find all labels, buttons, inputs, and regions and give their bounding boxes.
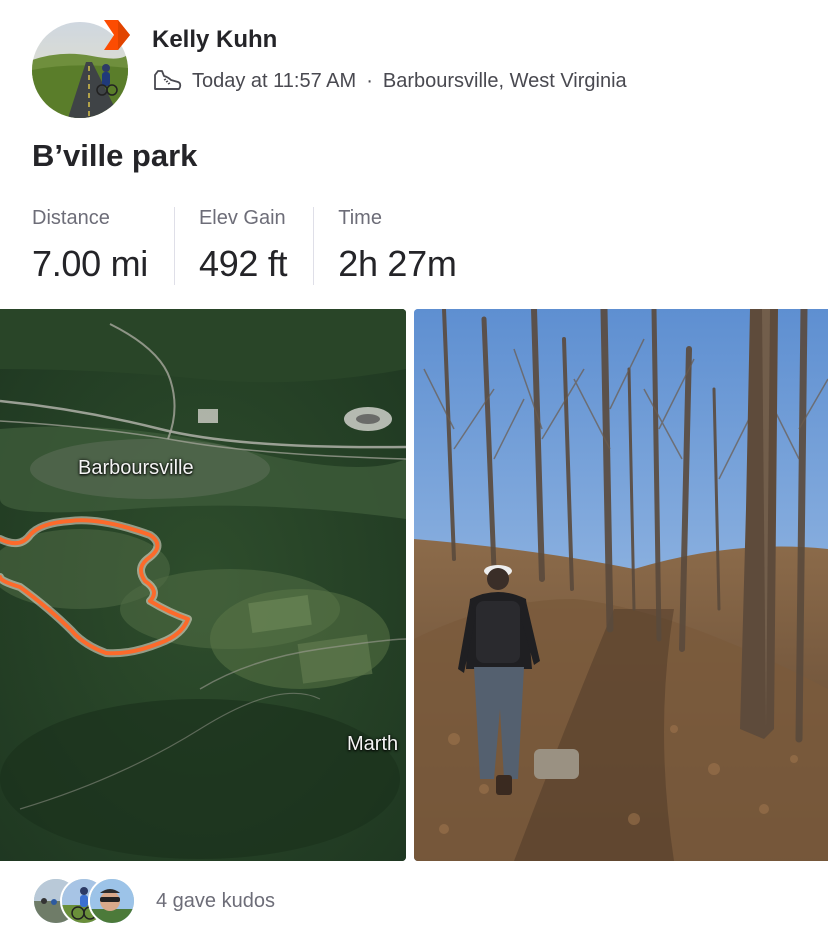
- activity-location: Barboursville, West Virginia: [382, 69, 627, 92]
- stat-value: 2h 27m: [338, 243, 457, 284]
- stat-elev-gain: Elev Gain 492 ft: [173, 207, 313, 285]
- athlete-name[interactable]: Kelly Kuhn: [152, 26, 277, 54]
- kudos-row[interactable]: 4 gave kudos: [32, 876, 275, 926]
- subscriber-badge-icon: [102, 18, 132, 52]
- hiking-shoe-icon: [152, 68, 182, 94]
- stat-label: Distance: [32, 207, 110, 229]
- route-map[interactable]: Barboursville Marth: [0, 309, 406, 861]
- map-label-marth: Marth: [347, 733, 399, 755]
- activity-meta: Today at 11:57 AM · Barboursville, West …: [152, 66, 627, 96]
- activity-photo[interactable]: [414, 309, 828, 861]
- kudo-avatars: [32, 877, 136, 925]
- stat-label: Elev Gain: [198, 207, 286, 229]
- stat-time: Time 2h 27m: [313, 207, 482, 285]
- stat-value: 7.00 mi: [32, 243, 148, 284]
- meta-separator: ·: [366, 69, 373, 92]
- stat-distance: Distance 7.00 mi: [32, 207, 174, 285]
- activity-timestamp: Today at 11:57 AM: [192, 69, 357, 92]
- kudo-avatar: [88, 877, 136, 925]
- stat-value: 492 ft: [198, 243, 288, 284]
- activity-stats: Distance 7.00 mi Elev Gain 492 ft Time 2…: [32, 207, 483, 285]
- map-label-barboursville: Barboursville: [78, 457, 194, 479]
- activity-title[interactable]: B’ville park: [32, 138, 197, 174]
- activity-media: Barboursville Marth: [0, 309, 828, 861]
- stat-label: Time: [338, 207, 382, 229]
- kudos-count[interactable]: 4 gave kudos: [156, 890, 275, 913]
